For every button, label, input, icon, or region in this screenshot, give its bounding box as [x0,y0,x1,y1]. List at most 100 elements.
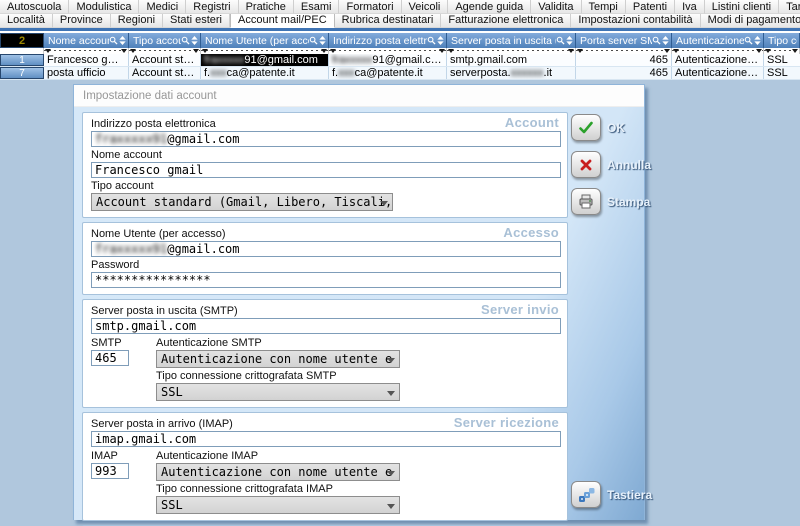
tab-localita[interactable]: Località [0,14,53,28]
tab-pratiche[interactable]: Pratiche [239,0,294,14]
account-name-field[interactable]: Francesco gmail [91,162,561,178]
column-header-nome-account[interactable]: Nome account [44,33,129,48]
sort-icon[interactable] [319,36,326,45]
filter-cell[interactable] [447,48,576,54]
sort-icon[interactable] [566,36,573,45]
cell-tipo-connessione[interactable]: SSL [764,54,800,66]
tab-modi-di-pagamento[interactable]: Modi di pagamento [701,14,800,28]
cell-porta-smtp[interactable]: 465 [576,67,672,79]
imap-encryption-label: Tipo connessione crittografata IMAP [156,483,559,495]
imap-server-field[interactable]: imap.gmail.com [91,431,561,447]
cell-porta-smtp[interactable]: 465 [576,54,672,66]
column-header-tipo-account[interactable]: Tipo account [129,33,201,48]
tab-impostazioni-contabilita[interactable]: Impostazioni contabilità [571,14,700,28]
filter-cell[interactable] [576,48,672,54]
account-type-select[interactable]: Account standard (Gmail, Libero, Tiscali… [91,193,393,211]
cell-indirizzo-posta[interactable]: f.xxxca@patente.it [329,67,447,79]
filter-cell[interactable] [44,48,129,54]
tab-province[interactable]: Province [53,14,111,28]
imap-auth-select[interactable]: Autenticazione con nome utente e passwor… [156,463,400,481]
tab-account-mail-pec[interactable]: Account mail/PEC [230,14,335,28]
sort-icon[interactable] [662,36,669,45]
column-label: Server posta in uscita (SMTP) [451,35,556,47]
cell-tipo-connessione[interactable]: SSL [764,67,800,79]
check-icon [571,114,601,141]
tab-veicoli[interactable]: Veicoli [402,0,449,14]
cell-autenticazione[interactable]: Autenticazione con nome utente e passwor… [672,54,764,66]
tastiera-button-label: Tastiera [607,488,652,502]
tab-formatori[interactable]: Formatori [339,0,401,14]
smtp-auth-select[interactable]: Autenticazione con nome utente e passwor… [156,350,400,368]
menu-tab-row-2: Località Province Regioni Stati esteri A… [0,14,800,28]
smtp-server-field[interactable]: smtp.gmail.com [91,318,561,334]
search-icon[interactable] [744,36,753,45]
ok-button[interactable]: OK [571,114,641,141]
table-row[interactable]: 7 posta ufficio Account standard (Gmail,… [0,67,800,80]
tastiera-button[interactable]: Tastiera [571,481,641,508]
smtp-encryption-select[interactable]: SSL [156,383,400,401]
cell-nome-account[interactable]: posta ufficio [44,67,129,79]
sort-icon[interactable] [191,36,198,45]
tab-tempi[interactable]: Tempi [582,0,626,14]
search-icon[interactable] [427,36,436,45]
column-header-autenticazione-smtp[interactable]: Autenticazione SMTP [672,33,764,48]
tab-medici[interactable]: Medici [139,0,186,14]
username-field[interactable]: fraxxxxx91@gmail.com [91,241,561,257]
cell-tipo-account[interactable]: Account standard (Gmail, Libero, Tiscali… [129,67,201,79]
chevron-down-icon [387,358,395,363]
cell-nome-account[interactable]: Francesco gmail [44,54,129,66]
sort-icon[interactable] [437,36,444,45]
tab-iva[interactable]: Iva [675,0,705,14]
tab-agende-guida[interactable]: Agende guida [448,0,531,14]
cell-server-smtp[interactable]: serverposta.xxxxxx.it [447,67,576,79]
filter-cell[interactable] [672,48,764,54]
search-icon[interactable] [652,36,661,45]
tab-listini-clienti[interactable]: Listini clienti [705,0,779,14]
filter-cell[interactable] [129,48,201,54]
tab-rubrica-destinatari[interactable]: Rubrica destinatari [335,14,442,28]
tab-modulistica[interactable]: Modulistica [69,0,139,14]
tab-autoscuola[interactable]: Autoscuola [0,0,69,14]
tab-fatturazione-elettronica[interactable]: Fatturazione elettronica [441,14,571,28]
column-header-nome-utente[interactable]: Nome Utente (per accesso) [201,33,329,48]
cell-indirizzo-posta[interactable]: fraxxxxx91@gmail.com [329,54,447,66]
email-field[interactable]: fraxxxxx91@gmail.com [91,131,561,147]
censored-text: xxx [338,67,355,79]
search-icon[interactable] [556,36,565,45]
sort-icon[interactable] [119,36,126,45]
column-label: Tipo connessione [768,35,797,47]
cell-tipo-account[interactable]: Account standard (Gmail, Libero, Tiscali… [129,54,201,66]
tab-patenti[interactable]: Patenti [626,0,675,14]
cell-server-smtp[interactable]: smtp.gmail.com [447,54,576,66]
stampa-button-label: Stampa [607,195,650,209]
imap-port-field[interactable]: 993 [91,463,129,479]
cell-autenticazione[interactable]: Autenticazione con nome utente e passwor… [672,67,764,79]
column-header-indirizzo-posta[interactable]: Indirizzo posta elettronica [329,33,447,48]
cell-nome-utente[interactable]: f.xxxca@patente.it [201,67,329,79]
tab-tariffario-base[interactable]: Tariffario base [779,0,800,14]
filter-cell[interactable] [764,48,800,54]
smtp-port-field[interactable]: 465 [91,350,129,366]
column-header-tipo-connessione[interactable]: Tipo connessione [764,33,800,48]
password-field[interactable]: **************** [91,272,561,288]
grid-selector-cell[interactable]: 2 [0,33,44,48]
tab-regioni[interactable]: Regioni [111,14,163,28]
sort-icon[interactable] [754,36,761,45]
table-row[interactable]: 1 Francesco gmail Account standard (Gmai… [0,54,800,67]
cell-nome-utente-selected[interactable]: fraxxxxx91@gmail.com [201,54,329,66]
search-icon[interactable] [181,36,190,45]
column-header-server-smtp[interactable]: Server posta in uscita (SMTP) [447,33,576,48]
accounts-grid: 2 Nome account Tipo account Nome Utente … [0,33,800,80]
row-number[interactable]: 1 [0,54,44,66]
column-header-porta-smtp[interactable]: Porta server SMTP [576,33,672,48]
search-icon[interactable] [109,36,118,45]
imap-encryption-select[interactable]: SSL [156,496,400,514]
stampa-button[interactable]: Stampa [571,188,641,215]
row-number[interactable]: 7 [0,67,44,79]
tab-esami[interactable]: Esami [294,0,340,14]
search-icon[interactable] [309,36,318,45]
annulla-button[interactable]: Annulla [571,151,641,178]
tab-validita[interactable]: Validita [531,0,581,14]
tab-stati-esteri[interactable]: Stati esteri [163,14,230,28]
tab-registri[interactable]: Registri [186,0,238,14]
